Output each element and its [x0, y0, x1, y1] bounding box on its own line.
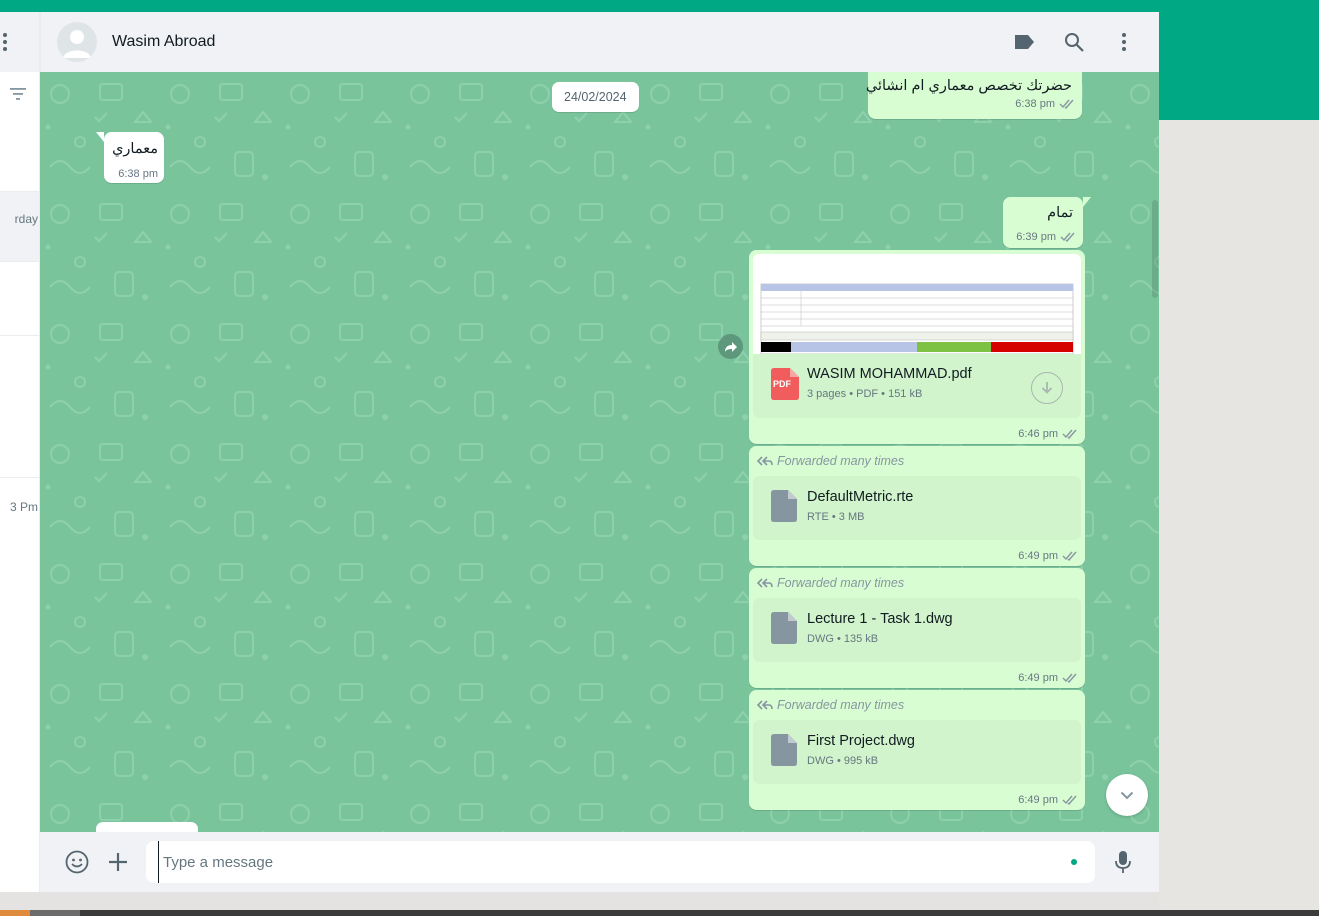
pdf-preview-thumbnail[interactable]	[753, 254, 1081, 354]
forward-button[interactable]	[718, 334, 743, 359]
file-meta: DWG • 995 kB	[807, 755, 879, 767]
read-ticks-icon	[1059, 99, 1074, 109]
taskbar-item[interactable]	[0, 910, 30, 916]
background-gray-area	[1159, 120, 1319, 916]
scroll-to-bottom-button[interactable]	[1106, 774, 1148, 816]
chat-list-item-time: rday	[14, 212, 38, 226]
message-list[interactable]: 24/02/2024 حضرتك تخصص معماري ام انشائي 6…	[40, 72, 1159, 832]
filter-icon[interactable]	[10, 88, 26, 100]
message-time: 6:38 pm	[118, 168, 158, 180]
conversation-pane: Wasim Abroad 24/02/2024 حضرتك تخصص معمار…	[40, 12, 1159, 892]
pdf-file-card[interactable]: PDF WASIM MOHAMMAD.pdf 3 pages • PDF • 1…	[753, 354, 1081, 418]
message-bubble-outgoing[interactable]: حضرتك تخصص معماري ام انشائي 6:38 pm	[865, 72, 1082, 119]
app-top-bar	[0, 0, 1319, 12]
read-ticks-icon	[1062, 795, 1077, 805]
os-taskbar	[0, 910, 1319, 916]
conversation-header[interactable]: Wasim Abroad	[40, 12, 1159, 72]
sidebar-header	[0, 12, 39, 72]
attach-plus-icon[interactable]	[106, 850, 130, 874]
forwarded-icon	[757, 456, 773, 466]
message-bubble-outgoing-document[interactable]: Forwarded many times DefaultMetric.rte R…	[749, 446, 1085, 566]
generic-file-icon	[771, 734, 797, 766]
message-bubble-incoming[interactable]: معماري 6:38 pm	[96, 132, 164, 183]
status-dot	[1071, 859, 1077, 865]
message-bubble-outgoing-document[interactable]: Forwarded many times First Project.dwg D…	[749, 690, 1085, 810]
microphone-icon[interactable]	[1111, 850, 1135, 874]
pdf-page-image	[760, 283, 1074, 354]
forward-arrow-icon	[724, 341, 737, 352]
file-meta: RTE • 3 MB	[807, 511, 865, 523]
chat-list-item[interactable]	[0, 336, 39, 478]
contact-name[interactable]: Wasim Abroad	[112, 33, 215, 51]
emoji-icon[interactable]	[65, 850, 89, 874]
message-time: 6:49 pm	[1018, 672, 1058, 684]
message-time: 6:38 pm	[1015, 98, 1055, 110]
forwarded-icon	[757, 578, 773, 588]
chat-list-item[interactable]: 3 Pm	[0, 478, 39, 558]
message-time: 6:39 pm	[1016, 231, 1056, 243]
date-divider: 24/02/2024	[552, 82, 639, 112]
background-green-band	[1159, 12, 1319, 120]
bubble-tail	[96, 132, 104, 142]
read-ticks-icon	[1060, 232, 1075, 242]
chat-list-sidebar: rday 3 Pm	[0, 12, 40, 892]
read-ticks-icon	[1062, 673, 1077, 683]
file-name: WASIM MOHAMMAD.pdf	[807, 366, 972, 382]
generic-file-icon	[771, 612, 797, 644]
document-file-card[interactable]: DefaultMetric.rte RTE • 3 MB	[753, 476, 1081, 540]
chat-list-item-selected[interactable]: rday	[0, 192, 39, 262]
forwarded-text: Forwarded many times	[777, 698, 905, 712]
message-text: معماري	[112, 141, 158, 157]
bubble-tail	[1083, 197, 1091, 207]
chat-list-item[interactable]	[0, 120, 39, 192]
chat-list-item-time: 3 Pm	[9, 500, 38, 514]
message-composer	[40, 832, 1159, 892]
forwarded-text: Forwarded many times	[777, 454, 905, 468]
forwarded-label: Forwarded many times	[757, 454, 904, 468]
forwarded-text: Forwarded many times	[777, 576, 905, 590]
taskbar-item[interactable]	[30, 910, 80, 916]
message-text: حضرتك تخصص معماري ام انشائي	[865, 78, 1072, 94]
document-file-card[interactable]: Lecture 1 - Task 1.dwg DWG • 135 kB	[753, 598, 1081, 662]
forwarded-label: Forwarded many times	[757, 698, 904, 712]
sidebar-menu-icon[interactable]	[0, 32, 10, 52]
scrollbar-thumb[interactable]	[1152, 200, 1158, 298]
chat-list-item[interactable]	[0, 262, 39, 336]
label-icon[interactable]	[1012, 30, 1036, 54]
read-ticks-icon	[1062, 429, 1077, 439]
forwarded-icon	[757, 700, 773, 710]
message-time: 6:49 pm	[1018, 794, 1058, 806]
message-bubble-partial	[96, 822, 198, 832]
message-input-container[interactable]	[146, 841, 1095, 883]
file-meta: DWG • 135 kB	[807, 633, 879, 645]
generic-file-icon	[771, 490, 797, 522]
file-meta: 3 pages • PDF • 151 kB	[807, 388, 923, 400]
message-bubble-outgoing[interactable]: تمام 6:39 pm	[1003, 197, 1091, 248]
menu-icon[interactable]	[1112, 30, 1136, 54]
file-name: Lecture 1 - Task 1.dwg	[807, 611, 953, 627]
default-avatar-icon	[63, 30, 91, 58]
message-time: 6:46 pm	[1018, 428, 1058, 440]
message-text: تمام	[1047, 205, 1073, 221]
chevron-down-icon	[1120, 791, 1134, 799]
file-name: First Project.dwg	[807, 733, 915, 749]
download-arrow-icon	[1041, 382, 1053, 394]
message-time: 6:49 pm	[1018, 550, 1058, 562]
message-input[interactable]	[158, 841, 1058, 883]
forwarded-label: Forwarded many times	[757, 576, 904, 590]
message-list-scrollbar[interactable]	[1150, 72, 1159, 832]
document-file-card[interactable]: First Project.dwg DWG • 995 kB	[753, 720, 1081, 784]
message-bubble-outgoing-pdf[interactable]: PDF WASIM MOHAMMAD.pdf 3 pages • PDF • 1…	[749, 250, 1085, 444]
avatar[interactable]	[57, 22, 97, 62]
message-bubble-outgoing-document[interactable]: Forwarded many times Lecture 1 - Task 1.…	[749, 568, 1085, 688]
download-button[interactable]	[1031, 372, 1063, 404]
read-ticks-icon	[1062, 551, 1077, 561]
search-icon[interactable]	[1062, 30, 1086, 54]
file-name: DefaultMetric.rte	[807, 489, 914, 505]
pdf-badge-label: PDF	[773, 379, 791, 389]
